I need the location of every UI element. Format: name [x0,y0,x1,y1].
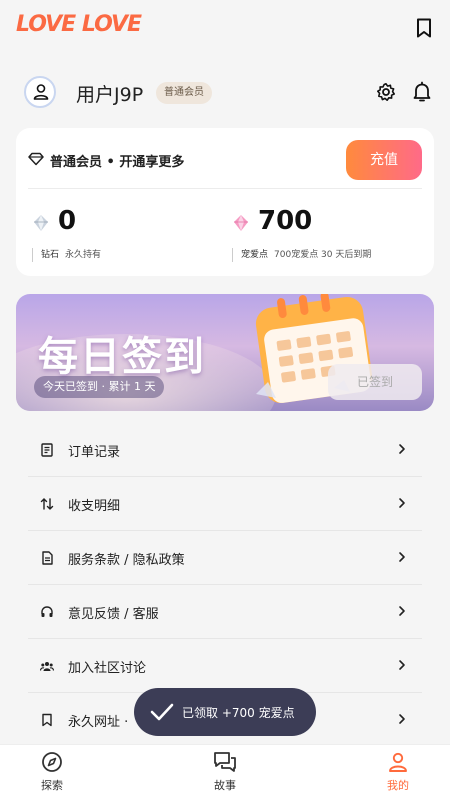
diamond-label: 钻石 [41,250,60,260]
bookmark-icon [42,713,52,727]
menu-label: 收支明细 [68,499,121,514]
compass-icon [42,752,62,772]
menu-label: 意见反馈 / 客服 [68,607,159,622]
headset-icon [41,606,53,617]
menu-label: 永久网址 · [68,715,129,730]
user-icon [389,752,407,772]
community-icon [40,662,54,671]
chat-bubbles-icon [214,752,236,772]
username: 用户J9P [76,84,144,106]
bookmark-icon [417,18,431,38]
app-logo: LOVE LOVE [16,12,142,37]
toast-message: 已领取 +700 宠爱点 [182,706,295,720]
tab-mine[interactable]: 我的 [368,751,428,797]
diamond-note: 永久持有 [65,250,102,260]
menu-item-terms[interactable]: 服务条款 / 隐私政策 [28,531,422,585]
member-badge: 普通会员 [156,82,212,104]
checkin-banner[interactable]: 每日签到 今天已签到 · 累计 1 天 已签到 [16,294,434,411]
diamond-count: 0 [58,206,77,236]
tab-label: 故事 [214,779,236,792]
checked-in-button[interactable]: 已签到 [328,364,422,400]
receipt-icon [41,443,53,457]
pink-diamond-icon [234,215,248,231]
points-count: 700 [258,206,313,236]
diamond-outline-icon [28,152,44,166]
reward-toast: 已领取 +700 宠爱点 [134,688,316,736]
checkin-status: 今天已签到 · 累计 1 天 [34,376,165,398]
user-icon [33,84,49,100]
top-bar: LOVE LOVE [0,0,450,56]
membership-card: 普通会员 • 开通享更多 充值 0 钻石 永久持有 700 宠爱点 700宠爱点 3… [16,128,434,276]
recharge-button[interactable]: 充值 [346,140,422,180]
menu-item-feedback[interactable]: 意见反馈 / 客服 [28,585,422,639]
diamond-icon [34,215,48,231]
bottom-tab-bar: 探索 故事 我的 [0,744,450,800]
checkmark-icon [150,703,174,721]
menu-label: 订单记录 [68,445,121,460]
chevron-right-icon [399,498,405,508]
profile-header: 用户J9P 普通会员 [0,72,450,112]
chevron-right-icon [399,714,405,724]
tab-explore[interactable]: 探索 [22,751,82,797]
settings-button[interactable] [376,82,396,106]
tab-label: 我的 [387,779,409,792]
points-note: 700宠爱点 30 天后到期 [274,250,372,260]
bell-icon [413,81,431,102]
menu-item-community[interactable]: 加入社区讨论 [28,639,422,693]
menu-label: 加入社区讨论 [68,661,147,676]
points-label: 宠爱点 [241,250,269,260]
document-icon [42,551,53,565]
chevron-right-icon [399,444,405,454]
chevron-right-icon [399,606,405,616]
menu-label: 服务条款 / 隐私政策 [68,553,185,568]
points-caption: 宠爱点 700宠爱点 30 天后到期 [232,248,371,262]
tab-label: 探索 [41,779,63,792]
gear-icon [377,83,395,101]
checkin-title: 每日签到 [38,334,206,380]
chevron-right-icon [399,660,405,670]
menu-item-transactions[interactable]: 收支明细 [28,477,422,531]
notifications-button[interactable] [412,81,432,107]
diamond-caption: 钻石 永久持有 [32,248,101,262]
tab-story[interactable]: 故事 [195,751,255,797]
bookmark-button[interactable] [416,18,434,38]
membership-headline[interactable]: 普通会员 • 开通享更多 [50,151,184,170]
chevron-right-icon [399,552,405,562]
divider [28,188,422,189]
menu-item-orders[interactable]: 订单记录 [28,423,422,477]
avatar[interactable] [24,76,56,108]
swap-arrows-icon [40,498,54,510]
